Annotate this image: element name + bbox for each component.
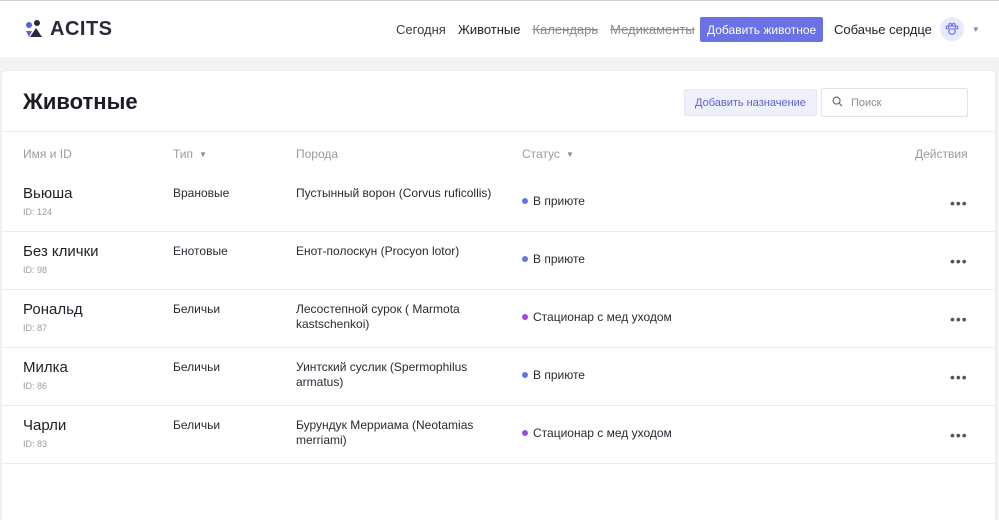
column-header-name-label: Имя и ID <box>23 147 72 161</box>
animal-id: ID: 83 <box>23 439 48 449</box>
nav-item-today[interactable]: Сегодня <box>396 22 446 37</box>
animal-breed: Бурундук Мерриама (Neotamias merriami) <box>296 418 474 447</box>
column-header-type[interactable]: Тип ▼ <box>173 147 207 161</box>
table-row[interactable]: Чарли ID: 83 Беличьи Бурундук Мерриама (… <box>2 406 995 464</box>
search-icon <box>832 94 843 112</box>
top-navigation-bar: ACITS Сегодня Животные Календарь Медикам… <box>0 1 999 57</box>
animal-name[interactable]: Вьюша <box>23 185 72 202</box>
column-header-breed-label: Порода <box>296 147 339 161</box>
status-label: Стационар с мед уходом <box>533 310 672 324</box>
status-badge: В приюте <box>522 252 585 266</box>
row-actions-button[interactable]: ••• <box>950 254 968 268</box>
status-label: Стационар с мед уходом <box>533 426 672 440</box>
status-badge: В приюте <box>522 194 585 208</box>
nav-item-animals[interactable]: Животные <box>458 22 521 37</box>
nav-item-medications[interactable]: Медикаменты <box>610 22 695 37</box>
animal-breed: Енот-полоскун (Procyon lotor) <box>296 244 460 258</box>
animal-id: ID: 86 <box>23 381 48 391</box>
animal-type: Беличьи <box>173 360 221 374</box>
row-actions-button[interactable]: ••• <box>950 196 968 210</box>
status-dot-icon <box>522 430 528 436</box>
animal-name[interactable]: Рональд <box>23 301 83 318</box>
status-dot-icon <box>522 256 528 262</box>
column-header-type-label: Тип <box>173 147 194 161</box>
animal-breed: Пустынный ворон (Corvus ruficollis) <box>296 186 492 200</box>
animal-name-cell: Без клички ID: 98 <box>23 243 99 275</box>
animal-name[interactable]: Без клички <box>23 243 99 260</box>
status-dot-icon <box>522 372 528 378</box>
search-input[interactable] <box>851 96 951 109</box>
animal-breed: Уинтский суслик (Spermophilus armatus) <box>296 360 468 389</box>
animal-type: Беличьи <box>173 418 221 432</box>
animal-name-cell: Чарли ID: 83 <box>23 417 66 449</box>
column-header-actions: Действия <box>915 147 968 161</box>
animal-id: ID: 124 <box>23 207 53 217</box>
animals-card: Животные Добавить назначение Имя и ID Ти… <box>2 71 995 520</box>
column-header-breed[interactable]: Порода <box>296 147 338 161</box>
table-row[interactable]: Милка ID: 86 Беличьи Уинтский суслик (Sp… <box>2 348 995 406</box>
column-header-name[interactable]: Имя и ID <box>23 147 72 161</box>
sort-caret-icon: ▼ <box>565 149 574 159</box>
status-label: В приюте <box>533 194 585 208</box>
row-actions-button[interactable]: ••• <box>950 428 968 442</box>
animal-type: Врановые <box>173 186 230 200</box>
animal-id: ID: 87 <box>23 323 48 333</box>
table-body: Вьюша ID: 124 Врановые Пустынный ворон (… <box>2 174 995 464</box>
add-assignment-button[interactable]: Добавить назначение <box>684 89 817 116</box>
animal-name-cell: Вьюша ID: 124 <box>23 185 72 217</box>
sort-caret-icon: ▼ <box>199 149 207 159</box>
table-header: Имя и ID Тип ▼ Порода Статус ▼ Действия <box>2 132 995 174</box>
column-header-status[interactable]: Статус ▼ <box>522 147 574 161</box>
animal-name[interactable]: Чарли <box>23 417 66 434</box>
main-nav: Сегодня Животные Календарь Медикаменты <box>396 1 695 57</box>
brand-logo[interactable]: ACITS <box>24 18 113 41</box>
table-row[interactable]: Вьюша ID: 124 Врановые Пустынный ворон (… <box>2 174 995 232</box>
nav-item-calendar[interactable]: Календарь <box>533 22 599 37</box>
status-badge: Стационар с мед уходом <box>522 426 672 440</box>
brand-name: ACITS <box>50 17 113 40</box>
table-row[interactable]: Рональд ID: 87 Беличьи Лесостепной сурок… <box>2 290 995 348</box>
status-dot-icon <box>522 314 528 320</box>
animal-breed: Лесостепной сурок ( Marmota kastschenkoi… <box>296 302 460 331</box>
status-dot-icon <box>522 198 528 204</box>
column-header-status-label: Статус <box>522 147 560 161</box>
column-header-actions-label: Действия <box>915 147 968 161</box>
add-animal-button[interactable]: Добавить животное <box>700 17 824 42</box>
status-label: В приюте <box>533 368 585 382</box>
animal-name[interactable]: Милка <box>23 359 68 376</box>
status-label: В приюте <box>533 252 585 266</box>
page-title: Животные <box>23 89 138 114</box>
animal-type: Беличьи <box>173 302 221 316</box>
status-badge: В приюте <box>522 368 585 382</box>
status-badge: Стационар с мед уходом <box>522 310 672 324</box>
logo-icon <box>24 19 44 39</box>
animal-name-cell: Милка ID: 86 <box>23 359 68 391</box>
org-name: Собачье сердце <box>834 21 932 37</box>
org-switcher[interactable]: Собачье сердце ▼ <box>834 1 980 57</box>
animal-id: ID: 98 <box>23 265 48 275</box>
chevron-down-icon: ▼ <box>971 24 980 34</box>
row-actions-button[interactable]: ••• <box>950 312 968 326</box>
row-actions-button[interactable]: ••• <box>950 370 968 384</box>
animal-type: Енотовые <box>173 244 228 258</box>
search-box[interactable] <box>821 88 968 117</box>
table-row[interactable]: Без клички ID: 98 Енотовые Енот-полоскун… <box>2 232 995 290</box>
card-header: Животные Добавить назначение <box>2 71 995 132</box>
animal-name-cell: Рональд ID: 87 <box>23 301 83 333</box>
paw-icon <box>939 17 964 41</box>
